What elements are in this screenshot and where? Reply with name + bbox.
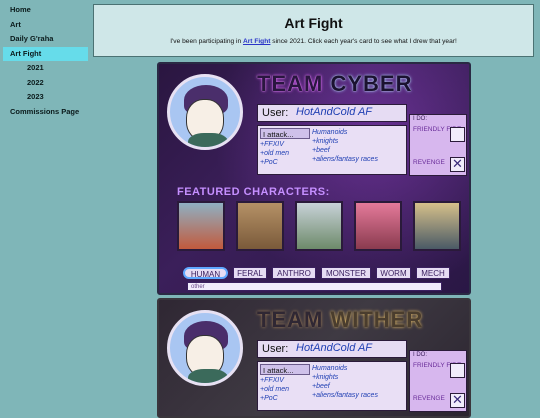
tag-mech: MECH	[416, 267, 450, 279]
team-title: TEAM WITHER	[257, 307, 423, 333]
character-thumbnail	[236, 201, 284, 251]
friendly-fire-checkbox	[450, 363, 465, 378]
art-fight-link[interactable]: Art Fight	[243, 38, 270, 45]
sidebar: Home Art Daily G'raha Art Fight 2021 202…	[0, 0, 88, 405]
description-text-before: I've been participating in	[170, 38, 243, 45]
team-word: TEAM	[257, 307, 324, 332]
revenge-label: REVENGE	[413, 395, 445, 402]
attack-item: +knights	[312, 374, 339, 381]
attack-item: +PoC	[260, 159, 278, 166]
user-field: User: HotAndCold AF	[257, 340, 407, 358]
options-panel: I DO: FRIENDLY FIRE REVENGE ✕	[409, 114, 467, 176]
team-title: TEAM CYBER	[257, 71, 412, 97]
attack-panel: I attack... +FFXIV +old men +PoC Humanoi…	[257, 361, 407, 411]
sidebar-item-2023[interactable]: 2023	[0, 90, 88, 105]
user-value: HotAndCold AF	[296, 106, 373, 118]
attack-item: +beef	[312, 383, 330, 390]
i-do-label: I DO:	[413, 352, 428, 358]
character-thumbnail	[177, 201, 225, 251]
page-description: I've been participating in Art Fight sin…	[94, 38, 533, 45]
check-x-icon: ✕	[452, 392, 463, 407]
team-name: CYBER	[330, 71, 413, 96]
tag-feral: FERAL	[233, 267, 267, 279]
attack-item: +old men	[260, 386, 289, 393]
friendly-fire-checkbox	[450, 127, 465, 142]
attack-list-right: Humanoids +knights +beef +aliens/fantasy…	[312, 128, 378, 164]
sidebar-item-commissions[interactable]: Commissions Page	[0, 105, 88, 120]
other-field: other	[187, 282, 442, 291]
tag-monster: MONSTER	[321, 267, 371, 279]
sidebar-item-daily-graha[interactable]: Daily G'raha	[0, 32, 88, 47]
avatar	[167, 74, 243, 150]
revenge-checkbox: ✕	[450, 392, 465, 408]
tag-worm: WORM	[376, 267, 411, 279]
sidebar-item-2021[interactable]: 2021	[0, 61, 88, 76]
team-word: TEAM	[257, 71, 324, 96]
main-content: Art Fight I've been participating in Art…	[88, 0, 540, 418]
card-2022[interactable]: TEAM WITHER User: HotAndCold AF I attack…	[157, 298, 471, 418]
sidebar-nav: Home Art Daily G'raha Art Fight 2021 202…	[0, 0, 88, 119]
character-thumbnail	[295, 201, 343, 251]
sidebar-item-2022[interactable]: 2022	[0, 76, 88, 91]
user-field: User: HotAndCold AF	[257, 104, 407, 122]
attack-label: I attack...	[260, 364, 310, 375]
character-thumbnail	[413, 201, 461, 251]
page-header: Art Fight I've been participating in Art…	[93, 4, 534, 57]
attack-item: +aliens/fantasy races	[312, 392, 378, 399]
user-label: User:	[262, 107, 289, 119]
page-title: Art Fight	[284, 15, 343, 31]
featured-characters-heading: FEATURED CHARACTERS:	[177, 186, 330, 198]
character-thumbnail	[354, 201, 402, 251]
attack-list-left: +FFXIV +old men +PoC	[260, 140, 289, 167]
species-tags: HUMAN FERAL ANTHRO MONSTER WORM MECH	[183, 267, 468, 281]
check-x-icon: ✕	[452, 156, 463, 171]
user-value: HotAndCold AF	[296, 342, 373, 354]
attack-item: +FFXIV	[260, 141, 284, 148]
revenge-checkbox: ✕	[450, 156, 465, 172]
avatar-body	[188, 369, 228, 383]
attack-item: +knights	[312, 138, 339, 145]
attack-label: I attack...	[260, 128, 310, 139]
revenge-label: REVENGE	[413, 159, 445, 166]
attack-item: +aliens/fantasy races	[312, 156, 378, 163]
avatar	[167, 310, 243, 386]
card-2021[interactable]: TEAM CYBER User: HotAndCold AF I attack.…	[157, 62, 471, 295]
options-panel: I DO: FRIENDLY FIRE REVENGE ✕	[409, 350, 467, 412]
team-name: WITHER	[330, 307, 424, 332]
attack-item: +old men	[260, 150, 289, 157]
attack-item: +PoC	[260, 395, 278, 402]
i-do-label: I DO:	[413, 116, 428, 122]
attack-item: Humanoids	[312, 129, 348, 136]
attack-panel: I attack... +FFXIV +old men +PoC Humanoi…	[257, 125, 407, 175]
user-label: User:	[262, 343, 289, 355]
attack-item: +FFXIV	[260, 377, 284, 384]
attack-list-right: Humanoids +knights +beef +aliens/fantasy…	[312, 364, 378, 400]
attack-list-left: +FFXIV +old men +PoC	[260, 376, 289, 403]
attack-item: Humanoids	[312, 365, 348, 372]
tag-human: HUMAN	[183, 267, 228, 279]
sidebar-item-art[interactable]: Art	[0, 18, 88, 33]
sidebar-item-art-fight[interactable]: Art Fight	[3, 46, 88, 61]
featured-characters	[177, 201, 467, 253]
sidebar-item-home[interactable]: Home	[0, 3, 88, 18]
tag-anthro: ANTHRO	[272, 267, 316, 279]
description-text-after: since 2021. Click each year's card to se…	[270, 38, 457, 45]
attack-item: +beef	[312, 147, 330, 154]
